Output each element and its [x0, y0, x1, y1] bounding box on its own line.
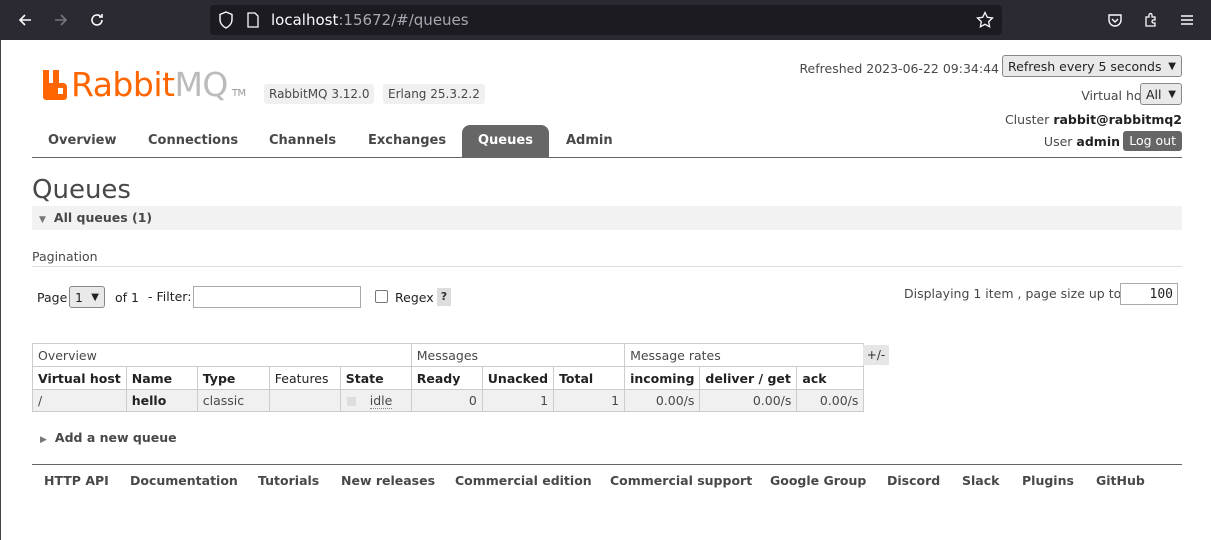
vhost-select[interactable]: All ▼ — [1140, 83, 1182, 105]
cell-type: classic — [196, 389, 270, 412]
regex-checkbox[interactable] — [375, 290, 388, 303]
page-select[interactable]: 1 ▼ — [69, 286, 105, 308]
col-virtual-host[interactable]: Virtual host — [32, 366, 127, 390]
browser-toolbar: localhost:15672/#/queues — [0, 0, 1211, 40]
pagination-label: Pagination — [32, 249, 98, 264]
col-features: Features — [268, 366, 341, 390]
footer-link-discord[interactable]: Discord — [887, 473, 940, 488]
column-toggle-button[interactable]: +/- — [863, 345, 889, 365]
menu-icon[interactable] — [1175, 8, 1199, 32]
divider — [32, 266, 1182, 267]
reload-icon[interactable] — [85, 8, 109, 32]
chevron-down-icon: ▼ — [1168, 61, 1176, 72]
footer-link-documentation[interactable]: Documentation — [130, 473, 238, 488]
forward-icon[interactable] — [49, 8, 73, 32]
add-queue-toggle[interactable]: ▶ Add a new queue — [40, 430, 177, 445]
tab-connections[interactable]: Connections — [132, 125, 254, 157]
rabbitmq-page: RabbitMQ TM RabbitMQ 3.12.0 Erlang 25.3.2… — [0, 40, 1211, 540]
version-badge: RabbitMQ 3.12.0 — [264, 84, 375, 104]
cell-state: idle — [339, 389, 412, 412]
col-ack[interactable]: ack — [796, 366, 865, 390]
cell-ready: 0 — [410, 389, 483, 412]
filter-input[interactable] — [193, 286, 361, 308]
bookmark-star-icon[interactable] — [976, 10, 994, 33]
url-text[interactable]: localhost:15672/#/queues — [271, 11, 469, 29]
cell-vhost: / — [32, 389, 127, 412]
col-state[interactable]: State — [339, 366, 412, 390]
displaying-text: Displaying 1 item , page size up to: — [904, 286, 1126, 301]
cell-total: 1 — [553, 389, 626, 412]
footer-link-commercial-edition[interactable]: Commercial edition — [455, 473, 592, 488]
col-deliver-get[interactable]: deliver / get — [699, 366, 798, 390]
triangle-right-icon: ▶ — [40, 435, 47, 445]
back-icon[interactable] — [13, 8, 37, 32]
cell-deliver-get: 0.00/s — [699, 389, 798, 412]
extensions-icon[interactable] — [1139, 8, 1163, 32]
footer-link-slack[interactable]: Slack — [962, 473, 999, 488]
page-size-input[interactable]: 100 — [1120, 283, 1178, 305]
col-ready[interactable]: Ready — [410, 366, 483, 390]
queue-name-link[interactable]: hello — [125, 389, 198, 412]
chevron-down-icon: ▼ — [91, 292, 99, 303]
rabbit-logo-icon — [43, 70, 67, 100]
main-tabs: Overview Connections Channels Exchanges … — [32, 125, 1182, 158]
page-count: of 1 — [115, 290, 139, 305]
footer-link-plugins[interactable]: Plugins — [1022, 473, 1074, 488]
chevron-down-icon: ▼ — [1168, 89, 1176, 100]
all-queues-toggle[interactable]: ▼ All queues (1) — [32, 206, 1182, 230]
triangle-down-icon: ▼ — [39, 215, 46, 225]
table-row[interactable]: / hello classic idle 0 1 1 0.00/s 0.00/s… — [32, 389, 865, 412]
col-total[interactable]: Total — [553, 366, 626, 390]
filter-label: - Filter: — [148, 289, 192, 304]
col-type[interactable]: Type — [196, 366, 270, 390]
address-bar[interactable]: localhost:15672/#/queues — [210, 5, 1002, 35]
state-indicator-icon — [346, 397, 356, 406]
erlang-badge: Erlang 25.3.2.2 — [383, 84, 485, 104]
refreshed-time: Refreshed 2023-06-22 09:34:44 — [799, 61, 999, 76]
group-message-rates: Message rates — [624, 343, 865, 367]
footer-link-http-api[interactable]: HTTP API — [44, 473, 109, 488]
cell-ack: 0.00/s — [796, 389, 865, 412]
tab-admin[interactable]: Admin — [550, 125, 629, 157]
regex-help-button[interactable]: ? — [437, 288, 451, 306]
footer-link-tutorials[interactable]: Tutorials — [258, 473, 319, 488]
shield-icon[interactable] — [218, 11, 234, 33]
col-incoming[interactable]: incoming — [624, 366, 701, 390]
pocket-icon[interactable] — [1103, 8, 1127, 32]
tab-queues[interactable]: Queues — [462, 125, 549, 157]
col-unacked[interactable]: Unacked — [481, 366, 555, 390]
page-icon — [246, 12, 260, 32]
tab-overview[interactable]: Overview — [32, 125, 133, 157]
footer-link-google-group[interactable]: Google Group — [770, 473, 866, 488]
tab-channels[interactable]: Channels — [253, 125, 352, 157]
page-label: Page — [37, 290, 68, 305]
footer-link-commercial-support[interactable]: Commercial support — [610, 473, 752, 488]
footer-link-github[interactable]: GitHub — [1096, 473, 1145, 488]
regex-label: Regex — [395, 290, 434, 305]
tab-exchanges[interactable]: Exchanges — [352, 125, 462, 157]
footer-link-new-releases[interactable]: New releases — [341, 473, 435, 488]
col-name[interactable]: Name — [125, 366, 198, 390]
footer-divider — [32, 464, 1182, 465]
cell-features — [268, 389, 341, 412]
queues-table: Overview Messages Message rates Virtual … — [32, 343, 865, 412]
group-overview: Overview — [32, 343, 412, 367]
cell-unacked: 1 — [481, 389, 555, 412]
cell-incoming: 0.00/s — [624, 389, 701, 412]
page-title: Queues — [32, 175, 131, 205]
group-messages: Messages — [410, 343, 626, 367]
refresh-interval-select[interactable]: Refresh every 5 seconds ▼ — [1002, 55, 1182, 77]
